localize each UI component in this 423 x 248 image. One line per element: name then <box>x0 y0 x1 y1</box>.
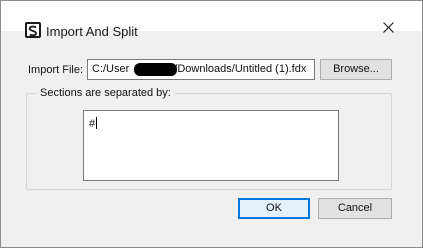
close-icon <box>382 18 394 35</box>
import-and-split-dialog: Import And Split Import File: C:/User/Do… <box>0 0 423 248</box>
separator-text-area[interactable]: # <box>83 110 339 181</box>
path-prefix: C:/User <box>92 63 130 75</box>
close-button[interactable] <box>374 14 402 40</box>
sections-group-label: Sections are separated by: <box>37 87 174 99</box>
redaction-mark <box>134 63 177 76</box>
import-file-path-field[interactable]: C:/User/Downloads/Untitled (1).fdx <box>87 59 315 80</box>
browse-button[interactable]: Browse... <box>320 59 392 80</box>
separator-value: # <box>89 118 96 130</box>
window-title: Import And Split <box>46 24 138 39</box>
ok-button[interactable]: OK <box>238 198 310 219</box>
final-draft-s-icon <box>25 22 41 38</box>
path-suffix: /Downloads/Untitled (1).fdx <box>174 63 307 75</box>
text-caret <box>96 117 98 129</box>
import-file-label: Import File: <box>28 64 84 76</box>
cancel-button[interactable]: Cancel <box>318 198 392 219</box>
